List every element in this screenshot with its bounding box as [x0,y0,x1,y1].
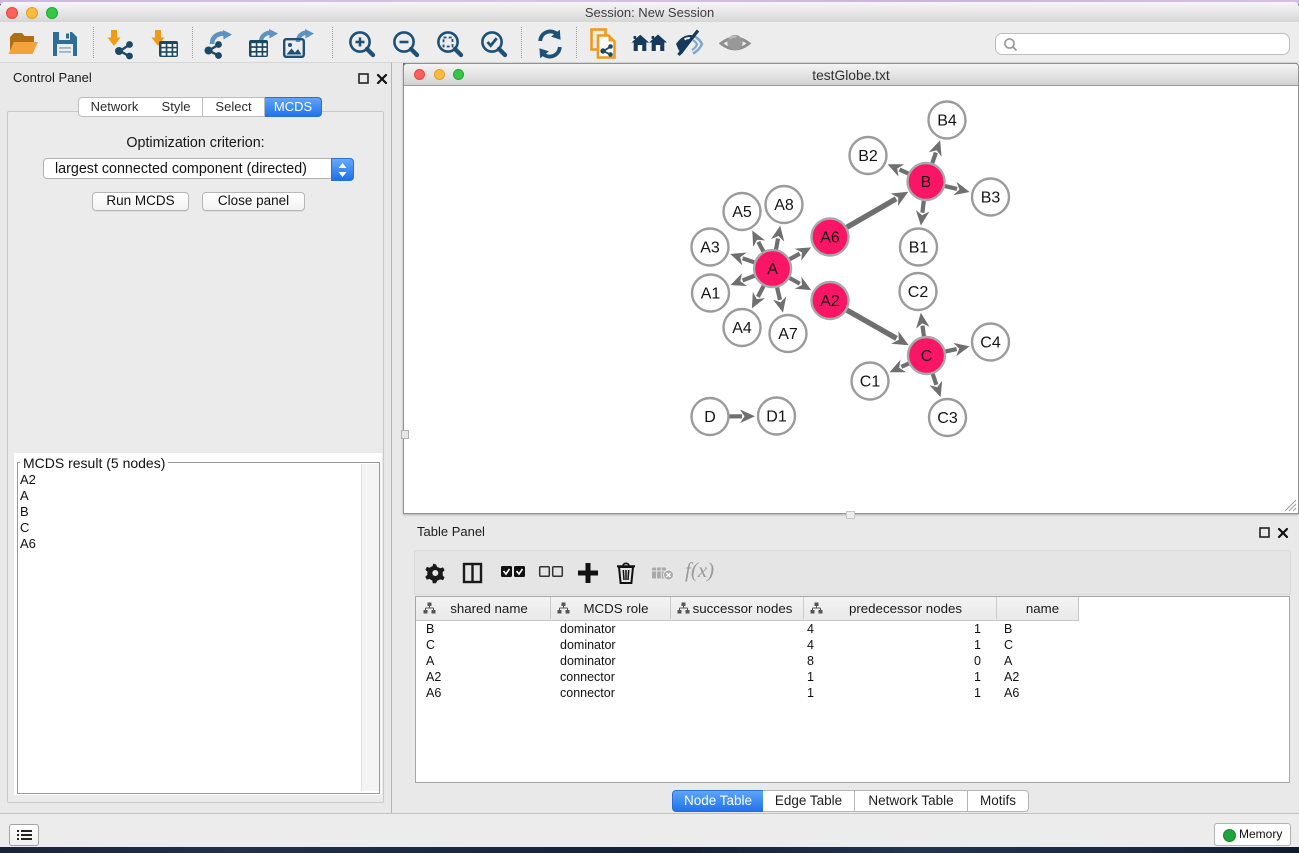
svg-text:A4: A4 [732,320,752,337]
svg-text:C2: C2 [908,284,929,301]
svg-text:A5: A5 [732,204,752,221]
svg-text:A3: A3 [700,240,720,257]
svg-text:A: A [767,261,778,278]
svg-text:B2: B2 [858,148,878,165]
svg-text:A2: A2 [820,293,840,310]
svg-text:C1: C1 [860,374,881,391]
svg-text:A6: A6 [820,230,840,247]
svg-text:A7: A7 [778,326,798,343]
svg-text:B: B [921,174,932,191]
svg-text:C4: C4 [980,335,1001,352]
svg-text:D: D [704,409,716,426]
svg-text:B1: B1 [909,240,929,257]
svg-text:C: C [921,348,933,365]
svg-text:A1: A1 [701,286,721,303]
svg-text:B4: B4 [937,113,957,130]
svg-text:A8: A8 [774,197,794,214]
svg-text:C3: C3 [937,410,958,427]
svg-text:D1: D1 [766,409,787,426]
svg-text:B3: B3 [981,190,1001,207]
